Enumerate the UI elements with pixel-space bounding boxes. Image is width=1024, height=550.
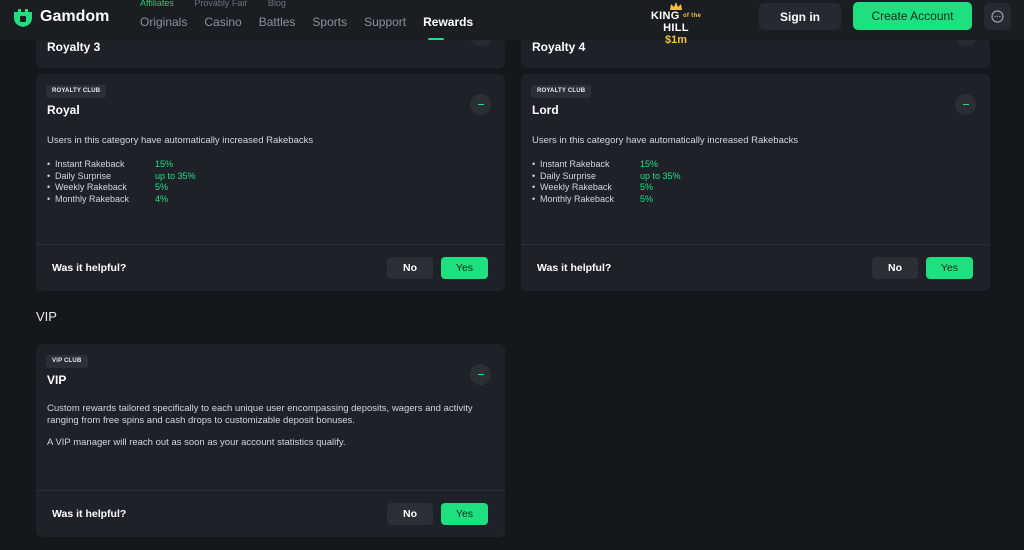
subnav-affiliates[interactable]: Affiliates: [140, 0, 174, 8]
card-title: Royalty 3: [47, 40, 101, 54]
nav-originals[interactable]: Originals: [140, 15, 187, 29]
perk-label: Weekly Rakeback: [55, 182, 127, 192]
helpful-question: Was it helpful?: [537, 262, 612, 274]
perk-monthly-rakeback: • Monthly Rakeback 5%: [532, 193, 654, 204]
perk-label: Instant Rakeback: [55, 159, 125, 169]
card-royal: ROYALTY CLUB Royal Users in this categor…: [36, 74, 505, 291]
section-heading-vip: VIP: [36, 309, 57, 324]
helpful-question: Was it helpful?: [52, 262, 127, 274]
perk-daily-surprise: • Daily Surprise up to 35%: [532, 170, 681, 181]
promo-title: KING of the HILL: [640, 10, 712, 34]
card-divider: [36, 244, 505, 245]
perk-weekly-rakeback: • Weekly Rakeback 5%: [47, 182, 169, 192]
primary-nav: Originals Casino Battles Sports Support …: [140, 15, 490, 29]
nav-casino[interactable]: Casino: [204, 15, 241, 29]
card-title: Royal: [47, 103, 80, 117]
perk-value: 5%: [155, 182, 169, 192]
promo-title-king: KING: [650, 10, 680, 22]
perk-value: 15%: [640, 159, 659, 169]
card-description: Custom rewards tailored specifically to …: [47, 403, 487, 459]
brand-logo[interactable]: Gamdom: [12, 6, 109, 28]
card-vip: VIP CLUB VIP Custom rewards tailored spe…: [36, 344, 505, 537]
feedback-yes-button[interactable]: Yes: [441, 503, 488, 525]
minus-icon: [962, 103, 969, 106]
feedback-no-button[interactable]: No: [387, 257, 433, 279]
card-divider: [36, 490, 505, 491]
promo-title-hill: HILL: [663, 22, 689, 34]
card-divider: [521, 244, 990, 245]
active-nav-indicator: [428, 38, 444, 40]
minus-icon: [477, 103, 484, 106]
perk-value: up to 35%: [640, 170, 681, 181]
helpful-question: Was it helpful?: [52, 508, 127, 520]
card-title: VIP: [47, 373, 67, 387]
secondary-nav: Affiliates Provably Fair Blog: [140, 0, 304, 8]
collapse-toggle-button[interactable]: [470, 94, 491, 115]
create-account-button[interactable]: Create Account: [853, 2, 972, 30]
nav-support[interactable]: Support: [364, 15, 406, 29]
minus-icon: [477, 373, 484, 376]
chat-button[interactable]: [984, 3, 1011, 30]
perk-label: Monthly Rakeback: [55, 193, 130, 204]
perk-label: Instant Rakeback: [540, 159, 610, 169]
nav-rewards[interactable]: Rewards: [423, 15, 473, 29]
feedback-yes-button[interactable]: Yes: [441, 257, 488, 279]
tier-badge: VIP CLUB: [46, 355, 88, 368]
chat-bubble-icon: [991, 10, 1004, 23]
perk-instant-rakeback: • Instant Rakeback 15%: [532, 159, 659, 169]
card-royalty-4: Royalty 4: [521, 38, 990, 68]
top-navigation-bar: Gamdom Affiliates Provably Fair Blog Ori…: [0, 0, 1024, 46]
nav-sports[interactable]: Sports: [312, 15, 347, 29]
gamdom-logo-icon: [14, 9, 32, 27]
crown-icon: [670, 2, 682, 10]
perk-value: 15%: [155, 159, 174, 169]
card-description: Users in this category have automaticall…: [47, 135, 314, 146]
perk-list: • Instant Rakeback 15% • Daily Surprise …: [47, 159, 196, 205]
collapse-toggle-button[interactable]: [470, 364, 491, 385]
perk-value: up to 35%: [155, 170, 196, 181]
nav-battles[interactable]: Battles: [259, 15, 296, 29]
card-royalty-3: Royalty 3: [36, 38, 505, 68]
king-of-the-hill-promo[interactable]: KING of the HILL $1m: [640, 2, 712, 46]
promo-amount: $1m: [664, 34, 688, 46]
sign-in-button[interactable]: Sign in: [759, 3, 841, 30]
description-paragraph: A VIP manager will reach out as soon as …: [47, 437, 346, 448]
feedback-yes-button[interactable]: Yes: [926, 257, 973, 279]
perk-daily-surprise: • Daily Surprise up to 35%: [47, 170, 196, 181]
card-title: Lord: [532, 103, 559, 117]
perk-value: 5%: [640, 193, 654, 204]
perk-label: Daily Surprise: [55, 170, 112, 181]
perk-value: 5%: [640, 182, 654, 192]
description-paragraph: Custom rewards tailored specifically to …: [47, 403, 473, 426]
subnav-provably-fair[interactable]: Provably Fair: [194, 0, 247, 8]
tier-badge: ROYALTY CLUB: [531, 85, 592, 98]
subnav-blog[interactable]: Blog: [268, 0, 286, 8]
feedback-no-button[interactable]: No: [387, 503, 433, 525]
perk-label: Weekly Rakeback: [540, 182, 612, 192]
perk-list: • Instant Rakeback 15% • Daily Surprise …: [532, 159, 681, 205]
card-title: Royalty 4: [532, 40, 586, 54]
perk-label: Daily Surprise: [540, 170, 597, 181]
perk-monthly-rakeback: • Monthly Rakeback 4%: [47, 193, 169, 204]
perk-value: 4%: [155, 193, 169, 204]
perk-instant-rakeback: • Instant Rakeback 15%: [47, 159, 174, 169]
perk-weekly-rakeback: • Weekly Rakeback 5%: [532, 182, 654, 192]
promo-title-connector: of the: [682, 13, 702, 20]
brand-name: Gamdom: [40, 8, 110, 25]
perk-label: Monthly Rakeback: [540, 193, 615, 204]
card-lord: ROYALTY CLUB Lord Users in this category…: [521, 74, 990, 291]
tier-badge: ROYALTY CLUB: [46, 85, 107, 98]
collapse-toggle-button[interactable]: [955, 94, 976, 115]
card-description: Users in this category have automaticall…: [532, 135, 799, 146]
feedback-no-button[interactable]: No: [872, 257, 918, 279]
